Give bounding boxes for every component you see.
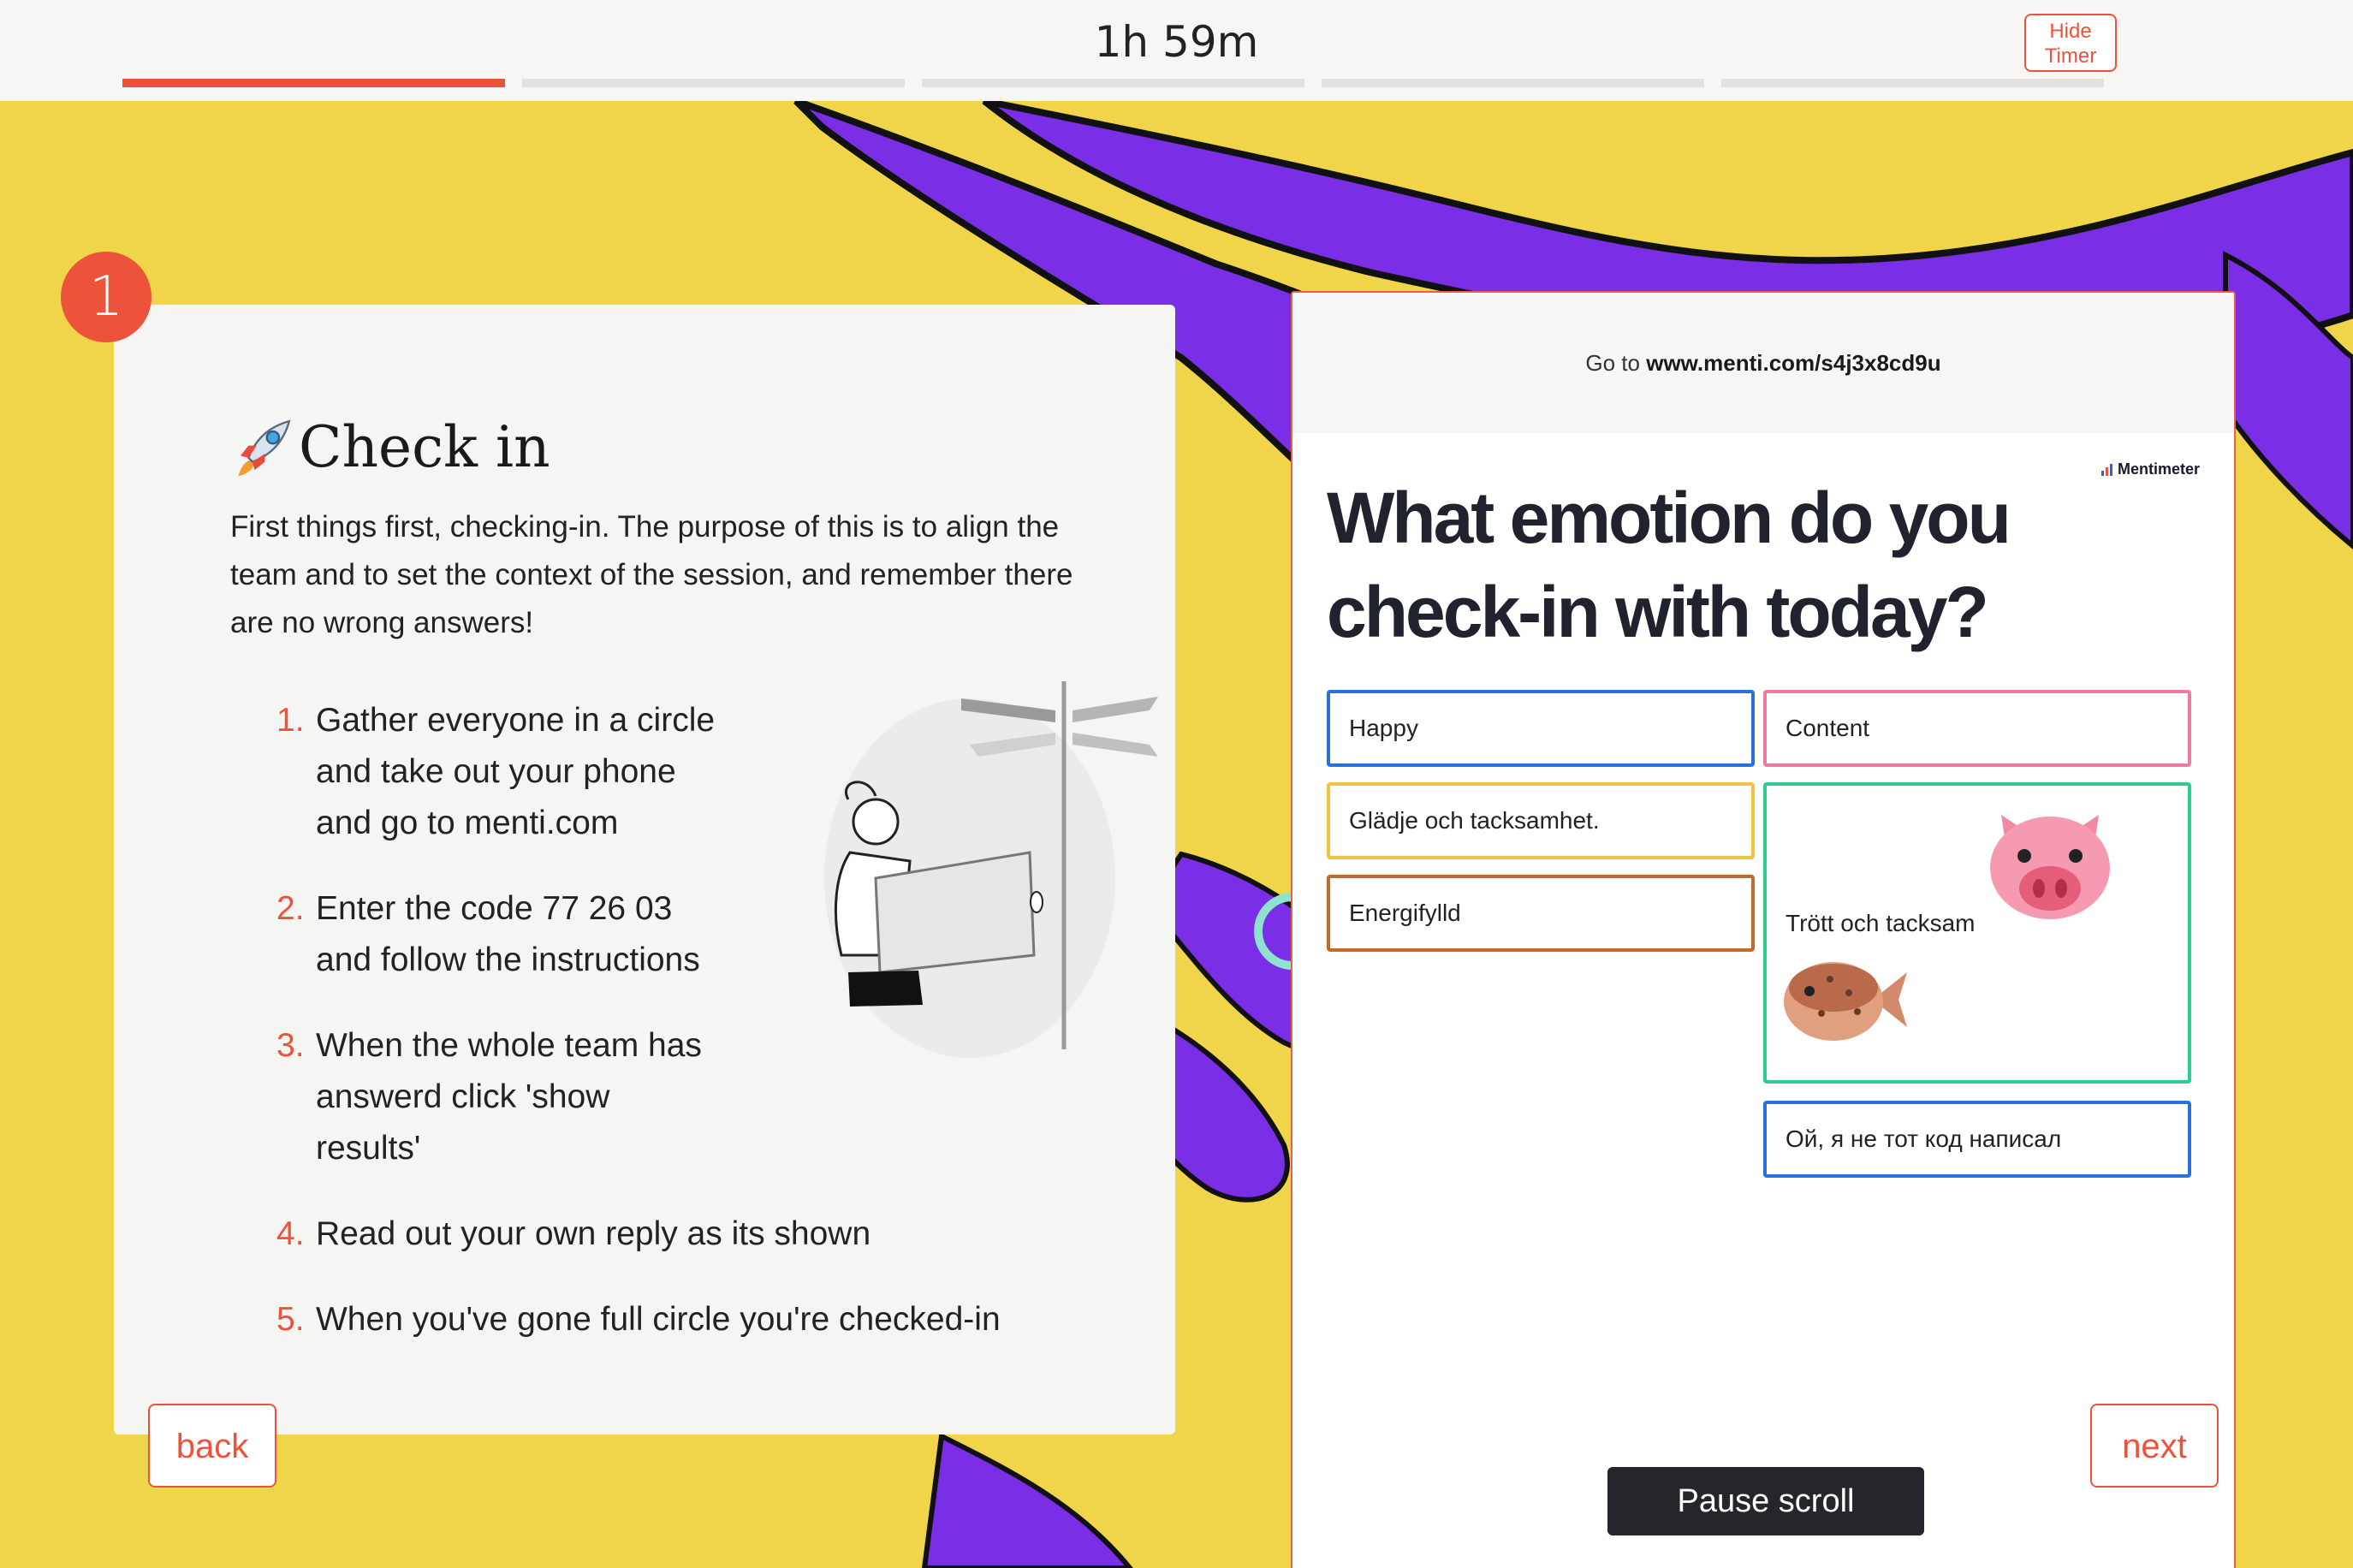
card-title-text: Check in — [299, 414, 550, 480]
list-item-number: 2. — [276, 890, 305, 927]
list-item-number: 1. — [276, 702, 305, 739]
answer-card: Trött och tacksam — [1763, 782, 2191, 1084]
join-instructions: Go to www.menti.com/s4j3x8cd9u — [1292, 293, 2234, 433]
signpost-illustration — [824, 681, 1158, 1058]
list-item-text: When the whole team has answerd click 's… — [316, 1027, 702, 1167]
list-item-text: Read out your own reply as its shown — [316, 1215, 871, 1252]
hide-timer-label-line2: Timer — [2044, 45, 2097, 68]
menti-url-link[interactable]: www.menti.com/s4j3x8cd9u — [1646, 350, 1940, 376]
top-bar: 1h 59m Hide Timer — [0, 0, 2353, 101]
answer-text: Happy — [1349, 715, 1418, 741]
back-button[interactable]: back — [148, 1404, 276, 1488]
answer-card: Content — [1763, 690, 2191, 767]
answer-text: Glädje och tacksamhet. — [1349, 807, 1600, 834]
list-item: 5. When you've gone full circle you're c… — [276, 1294, 1047, 1345]
card-title: Check in — [230, 414, 550, 480]
next-button[interactable]: next — [2090, 1404, 2219, 1488]
answer-text: Energifylld — [1349, 900, 1461, 926]
mentimeter-bars-icon — [2100, 463, 2112, 476]
goto-prefix: Go to — [1585, 350, 1640, 376]
mentimeter-logo-text: Mentimeter — [2117, 460, 2200, 478]
poll-question: What emotion do you check-in with today? — [1327, 478, 2011, 652]
pause-scroll-button[interactable]: Pause scroll — [1607, 1467, 1924, 1535]
progress-segment-5 — [1721, 79, 2104, 87]
session-timer: 1h 59m — [1094, 17, 1259, 67]
answer-card: Happy — [1327, 690, 1755, 767]
pig-face-icon — [1990, 815, 2110, 919]
list-item: 2. Enter the code 77 26 03 and follow th… — [276, 883, 722, 986]
list-item: 3. When the whole team has answerd click… — [276, 1020, 722, 1174]
list-item: 1. Gather everyone in a circle and take … — [276, 695, 722, 849]
answer-card: Energifylld — [1327, 875, 1755, 952]
hide-timer-label-line1: Hide — [2049, 20, 2092, 43]
progress-segment-3 — [922, 79, 1304, 87]
progress-segment-1 — [122, 79, 505, 87]
list-item: 4. Read out your own reply as its shown — [276, 1209, 1047, 1260]
rocket-icon — [238, 419, 291, 476]
list-item-number: 3. — [276, 1027, 305, 1064]
list-item-text: Gather everyone in a circle and take out… — [316, 702, 716, 841]
step-number-badge: 1 — [61, 252, 152, 342]
progress-segment-4 — [1322, 79, 1704, 87]
answer-card: Ой, я не тот код написал — [1763, 1101, 2191, 1178]
hide-timer-button[interactable]: Hide Timer — [2024, 14, 2117, 72]
answer-text: Trött och tacksam — [1786, 910, 1976, 936]
list-item-text: When you've gone full circle you're chec… — [316, 1301, 1001, 1338]
list-item-number: 4. — [276, 1215, 305, 1252]
answer-text: Ой, я не тот код написал — [1786, 1126, 2062, 1152]
instructions-card: Check in First things first, checking-in… — [114, 305, 1175, 1434]
answer-text: Content — [1786, 715, 1870, 741]
list-item-text: Enter the code 77 26 03 and follow the i… — [316, 890, 700, 978]
list-item-number: 5. — [276, 1301, 305, 1338]
instruction-list: 1. Gather everyone in a circle and take … — [276, 695, 1001, 1380]
blowfish-icon — [1784, 962, 1907, 1041]
answer-card: Glädje och tacksamhet. — [1327, 782, 1755, 859]
mentimeter-logo: Mentimeter — [2100, 460, 2200, 478]
intro-text: First things first, checking-in. The pur… — [230, 510, 1073, 639]
mentimeter-panel: Go to www.menti.com/s4j3x8cd9u Mentimete… — [1291, 291, 2236, 1568]
progress-segment-2 — [522, 79, 905, 87]
progress-bar — [122, 79, 2104, 87]
